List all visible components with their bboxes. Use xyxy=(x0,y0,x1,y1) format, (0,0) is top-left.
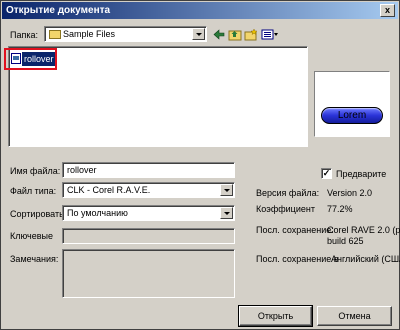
filetype-label: Файл типа: xyxy=(10,186,57,196)
close-button[interactable]: x xyxy=(380,4,395,17)
filename-field[interactable]: rollover xyxy=(62,162,235,178)
folder-label: Папка: xyxy=(10,30,38,40)
filename-value: rollover xyxy=(67,165,97,175)
open-button[interactable]: Открыть xyxy=(238,305,313,327)
notes-field xyxy=(62,249,235,298)
title-bar: Открытие документа x xyxy=(2,2,398,19)
lang-label: Посл. сохранение в xyxy=(256,254,339,264)
filetype-select[interactable]: CLK - Corel R.A.V.E. xyxy=(62,182,235,198)
preview-checkbox[interactable]: ✓ xyxy=(321,168,332,179)
keywords-label: Ключевые xyxy=(10,231,53,241)
notes-label: Замечания: xyxy=(10,254,59,264)
preview-pane: Lorem xyxy=(314,71,390,137)
filename-label: Имя файла: xyxy=(10,166,61,176)
window-title: Открытие документа xyxy=(6,5,111,16)
view-menu-icon[interactable] xyxy=(261,28,279,41)
folder-icon xyxy=(49,30,61,39)
chevron-down-icon[interactable] xyxy=(192,28,205,40)
saved-value-line1: Corel RAVE 2.0 (pc) xyxy=(327,225,400,235)
saved-label: Посл. сохранение: xyxy=(256,225,334,235)
version-label: Версия файла: xyxy=(256,188,320,198)
selection-highlight xyxy=(4,48,57,70)
version-value: Version 2.0 xyxy=(327,188,373,198)
filetype-value: CLK - Corel R.A.V.E. xyxy=(67,185,151,195)
open-document-dialog: Открытие документа x Папка: Sample Files… xyxy=(0,0,400,330)
lang-value: Английский (США) xyxy=(331,254,400,264)
back-arrow-icon[interactable] xyxy=(212,28,226,41)
folder-select[interactable]: Sample Files xyxy=(44,26,207,42)
chevron-down-icon[interactable] xyxy=(220,184,233,196)
sort-label: Сортировать xyxy=(10,209,64,219)
chevron-down-icon[interactable] xyxy=(220,207,233,219)
folder-select-value: Sample Files xyxy=(63,29,116,39)
ratio-value: 77.2% xyxy=(327,204,353,214)
preview-checkbox-label: Предварите xyxy=(336,169,387,179)
ratio-label: Коэффициент xyxy=(256,204,315,214)
preview-lorem-button: Lorem xyxy=(321,107,383,124)
sort-value: По умолчанию xyxy=(67,208,128,218)
new-folder-icon[interactable] xyxy=(244,28,258,41)
up-folder-icon[interactable] xyxy=(228,28,242,41)
cancel-button[interactable]: Отмена xyxy=(317,306,392,326)
sort-select[interactable]: По умолчанию xyxy=(62,205,235,221)
saved-value-line2: build 625 xyxy=(327,236,364,246)
keywords-field xyxy=(62,228,235,244)
